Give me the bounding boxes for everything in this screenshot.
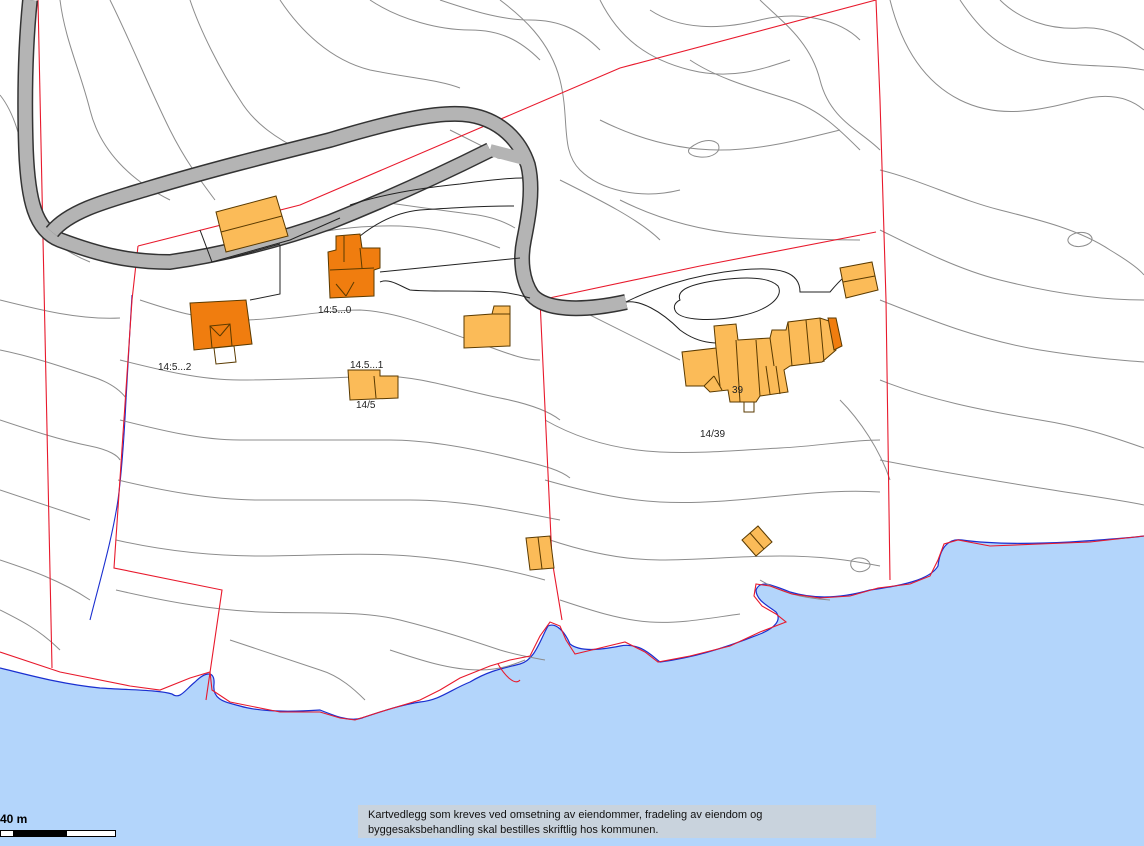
building-center <box>463 305 511 349</box>
scale-bar: 40 m <box>0 812 130 842</box>
building-14-5-0 <box>327 233 381 299</box>
stream-line <box>89 294 133 621</box>
disclaimer-note: Kartvedlegg som kreves ved omsetning av … <box>358 805 876 838</box>
scale-bar-graphic <box>0 830 116 837</box>
scale-label: 40 m <box>0 812 28 826</box>
building-shore-west <box>525 535 555 571</box>
building-14-5-2 <box>189 299 253 365</box>
label-parcel-14-5-2: 14:5...2 <box>158 362 192 373</box>
label-parcel-14-39: 14/39 <box>700 429 725 440</box>
label-parcel-14-5-1: 14.5...1 <box>350 360 384 371</box>
map-canvas[interactable]: 14:5...0 14:5...2 14.5...1 14/5 39 14/39 <box>0 0 1144 846</box>
label-parcel-14-5-0: 14:5...0 <box>318 305 352 316</box>
label-parcel-14-5: 14/5 <box>356 400 376 411</box>
building-shore-east <box>741 525 773 557</box>
building-north-east <box>839 261 879 299</box>
label-house-39: 39 <box>732 385 744 396</box>
road <box>17 0 628 317</box>
building-14-5 <box>347 369 399 401</box>
building-39-complex <box>681 317 843 413</box>
sea-area <box>0 536 1144 846</box>
